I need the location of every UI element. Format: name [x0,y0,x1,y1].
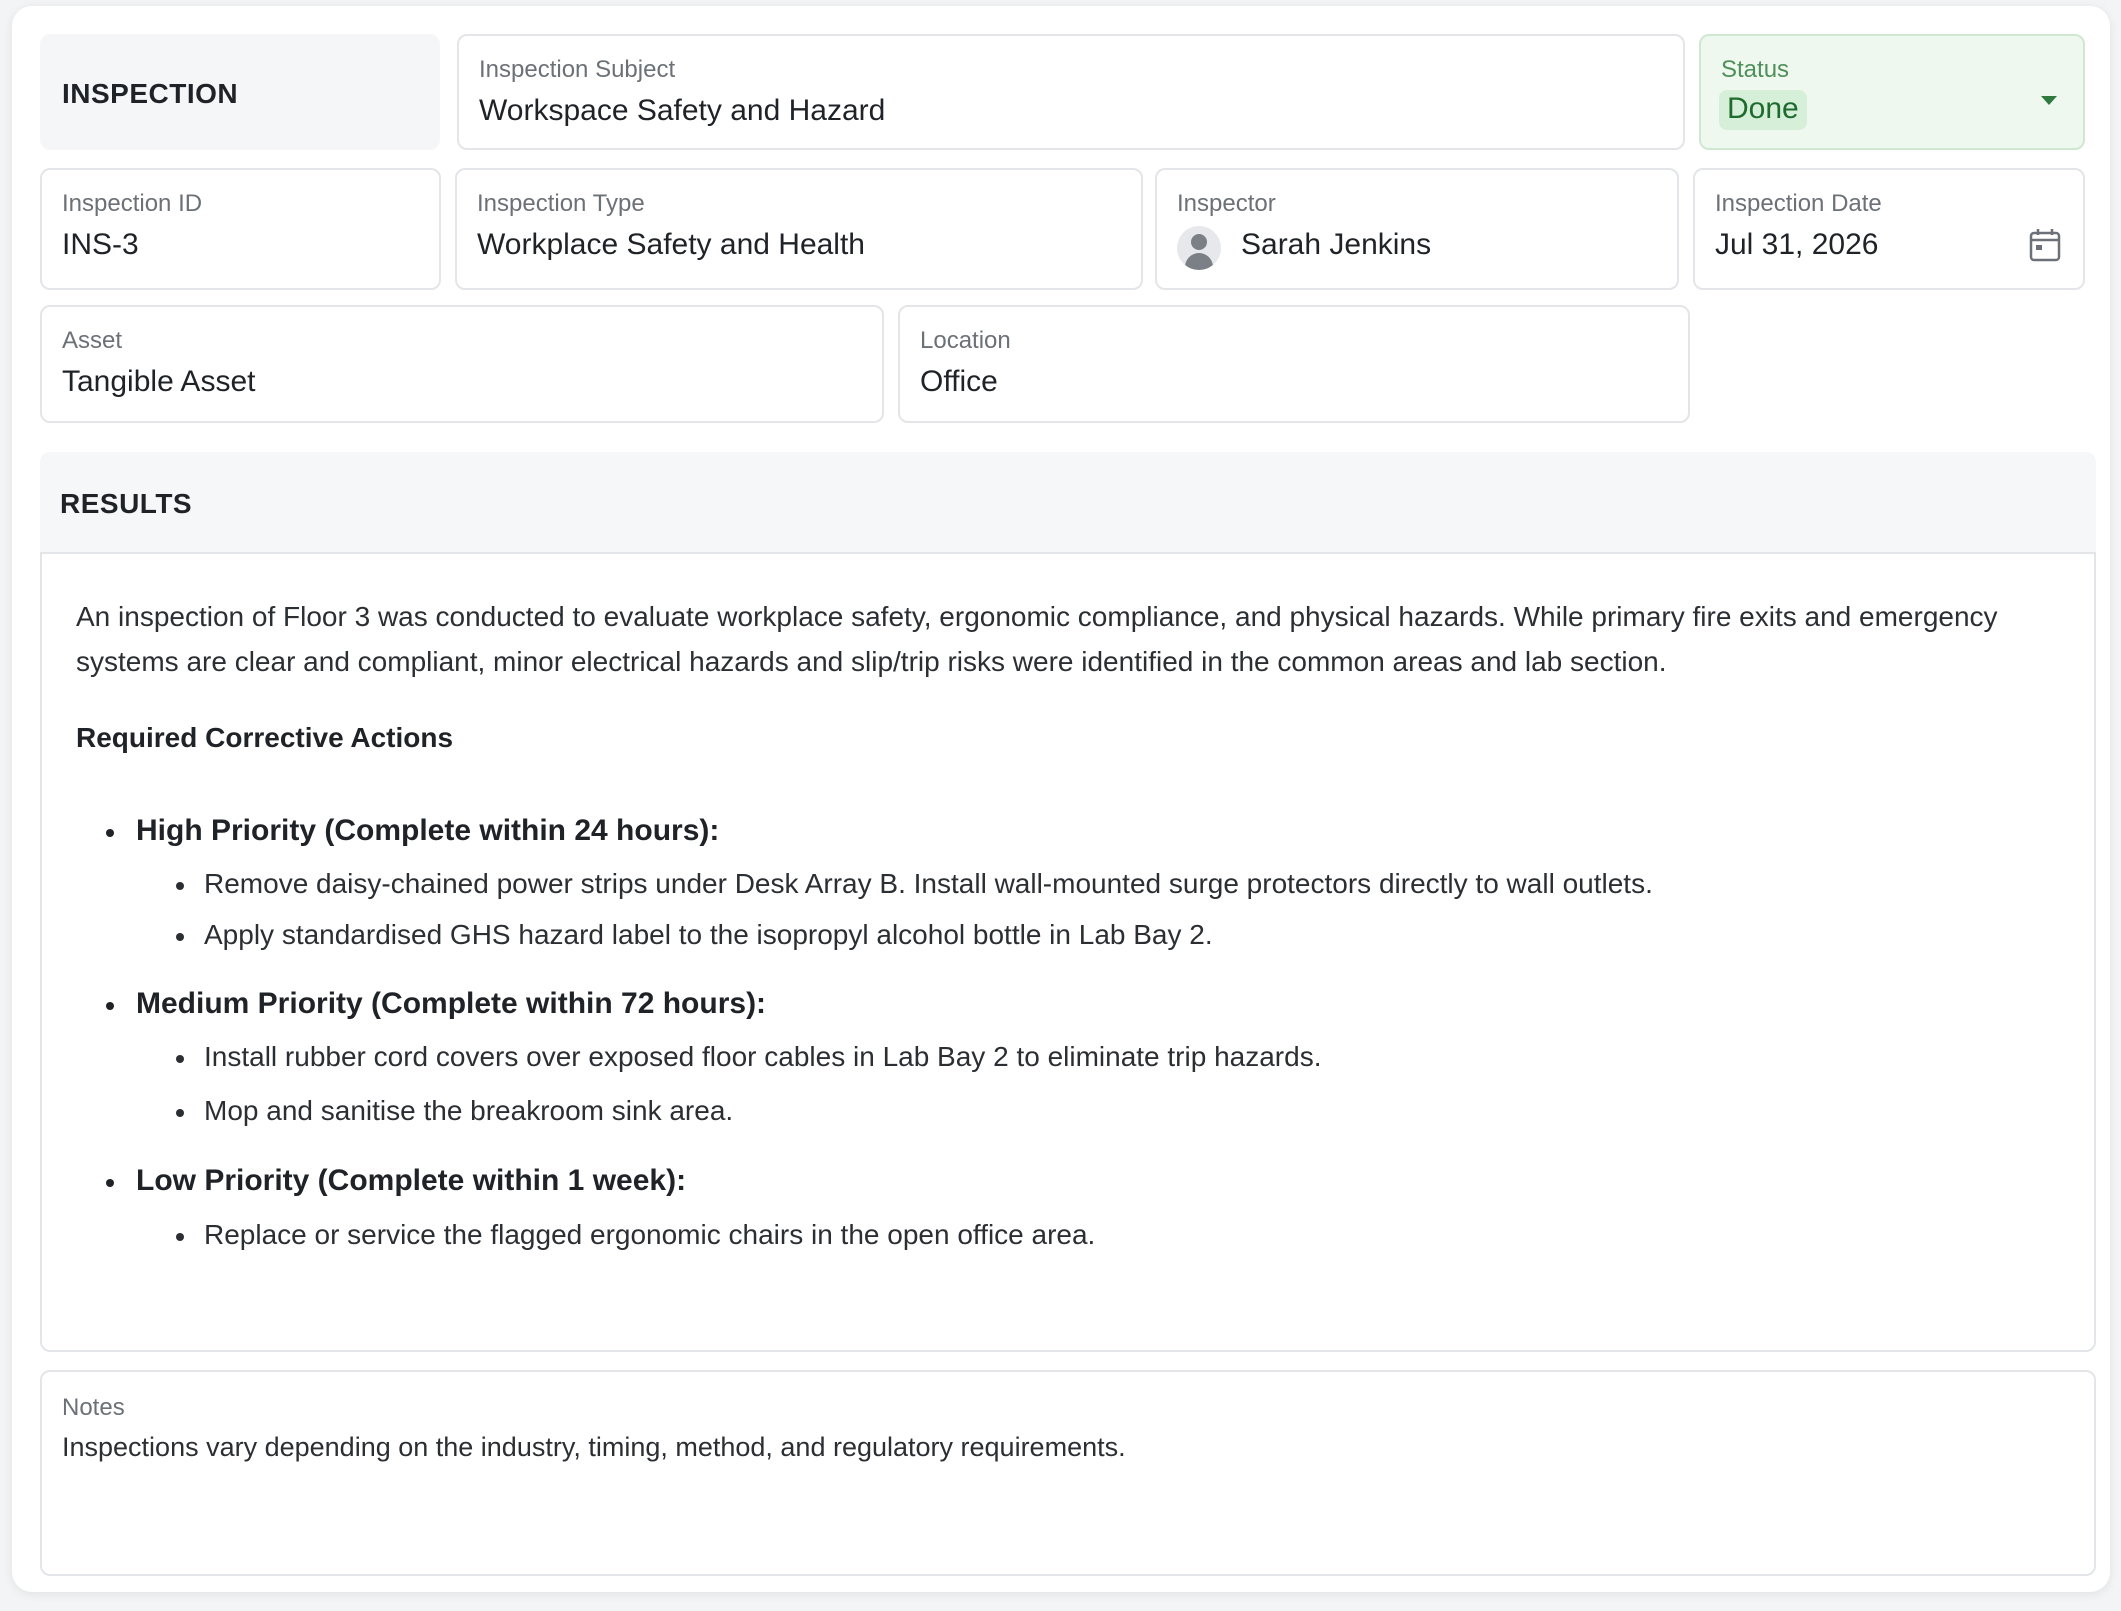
inspection-date-label: Inspection Date [1715,190,1882,217]
corrective-actions-heading: Required Corrective Actions [76,722,454,753]
results-text-area[interactable]: An inspection of Floor 3 was conducted t… [40,552,2096,1352]
status-label: Status [1721,56,1790,83]
inspection-subject-label: Inspection Subject [479,56,676,83]
inspection-section-header: INSPECTION [40,34,440,150]
location-label: Location [920,327,1011,354]
inspection-section-title: INSPECTION [62,78,239,109]
notes-field[interactable]: Notes Inspections vary depending on the … [40,1370,2096,1576]
status-dropdown[interactable]: Status Done [1699,34,2085,150]
inspector-field[interactable]: Inspector Sarah Jenkins [1155,168,1679,290]
asset-label: Asset [62,327,123,354]
inspection-id-value: INS-3 [62,228,139,261]
chevron-down-icon[interactable] [2041,96,2057,105]
inspection-id-field[interactable]: Inspection ID INS-3 [40,168,441,290]
inspection-date-field[interactable]: Inspection Date Jul 31, 2026 [1693,168,2085,290]
results-summary: An inspection of Floor 3 was conducted t… [76,601,1998,677]
location-field[interactable]: Location Office [898,305,1690,423]
location-value: Office [920,365,998,398]
priority-heading: High Priority (Complete within 24 hours)… [105,814,720,847]
results-section-header: RESULTS [40,452,2096,554]
list-item: Mop and sanitise the breakroom sink area… [175,1095,734,1126]
calendar-icon[interactable] [2029,228,2061,262]
inspection-subject-field[interactable]: Inspection Subject Workspace Safety and … [457,34,1685,150]
inspection-date-value: Jul 31, 2026 [1715,228,1879,261]
asset-value: Tangible Asset [62,365,256,398]
notes-value: Inspections vary depending on the indust… [62,1432,1126,1462]
notes-label: Notes [62,1394,125,1421]
list-item: Replace or service the flagged ergonomic… [175,1219,1096,1250]
inspection-card: INSPECTION Inspection Subject Workspace … [12,6,2110,1592]
inspector-label: Inspector [1177,190,1276,217]
inspector-value: Sarah Jenkins [1241,228,1432,261]
inspection-subject-value: Workspace Safety and Hazard [479,94,886,127]
list-item: Apply standardised GHS hazard label to t… [176,919,1213,950]
asset-field[interactable]: Asset Tangible Asset [40,305,884,423]
inspection-id-label: Inspection ID [62,190,203,217]
list-item: Install rubber cord covers over exposed … [175,1041,1322,1072]
user-avatar-icon [1177,226,1221,270]
list-item: Remove daisy-chained power strips under … [176,868,1653,899]
inspection-type-label: Inspection Type [477,190,645,217]
priority-heading: Low Priority (Complete within 1 week): [105,1164,687,1197]
results-section-title: RESULTS [60,488,193,519]
inspection-type-field[interactable]: Inspection Type Workplace Safety and Hea… [455,168,1143,290]
status-badge: Done [1719,90,1807,130]
priority-heading: Medium Priority (Complete within 72 hour… [105,987,767,1020]
inspection-type-value: Workplace Safety and Health [477,228,865,261]
